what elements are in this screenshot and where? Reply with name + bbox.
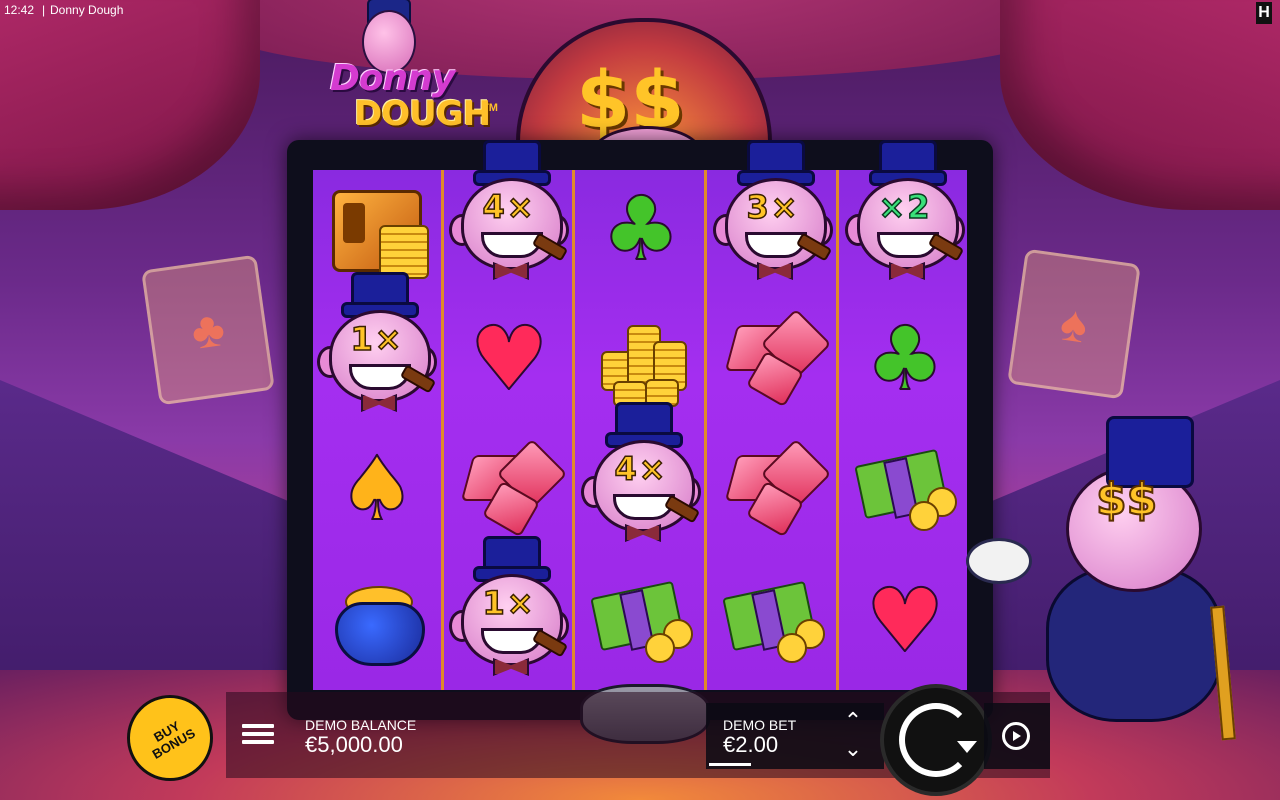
symbol-donny-multiplier: 3× [708,140,838,280]
autoplay-button[interactable] [1002,722,1030,750]
symbol-donny-multiplier: 1× [312,272,442,412]
symbol-heart: ♥ [840,556,970,686]
multiplier-label: 4× [482,187,536,227]
symbol-donny-multiplier: ×2 [840,140,970,280]
game-logo: Donny DOUGH TM [322,0,512,138]
symbol-spade: ♠ [312,424,442,554]
hacksaw-logo-icon: H [1256,2,1272,24]
buy-bonus-button[interactable]: BUY BONUS [127,695,213,781]
status-bar: 12:42 | Donny Dough H [0,0,1280,24]
bet-decrease-button[interactable]: ⌄ [838,738,868,760]
coin-purse-icon [327,578,427,666]
multiplier-label: 1× [350,319,404,359]
coins-icon [379,225,429,279]
hamburger-icon [242,724,274,728]
curtain-left [0,0,260,210]
window-title: Donny Dough [50,3,124,17]
donny-character-icon: 4× [579,402,703,552]
symbol-cash-coins [708,556,838,686]
donny-character-icon: 4× [447,140,571,290]
coin-stack-icon [593,311,689,407]
symbol-gems [708,294,838,424]
pink-gems-icon [723,438,832,538]
curtain-right [1000,0,1280,210]
heart-icon: ♥ [865,569,946,672]
balance-label: DEMO BALANCE [305,717,417,733]
safe-chest-icon [332,190,429,279]
cash-stack-icon [721,580,825,663]
spin-arrow-icon [899,703,977,777]
symbol-donny-multiplier: 4× [576,402,706,542]
symbol-gems [444,424,574,554]
heart-icon: ♥ [469,307,550,410]
logo-trademark: TM [482,102,498,114]
background-spade-card: ♠ [1007,248,1141,400]
symbol-heart: ♥ [444,294,574,424]
donny-character-icon: 3× [711,140,835,290]
cash-stack-icon [589,580,693,663]
symbol-gems [708,424,838,554]
donny-character-icon: 1× [315,272,439,422]
club-icon: ♣ [865,307,946,410]
bet-label: DEMO BET [723,717,797,733]
donny-character-icon: ×2 [843,140,967,290]
multiplier-label: 1× [482,583,536,623]
cash-stack-icon [853,448,957,531]
bet-level-indicator [709,763,751,766]
pink-gems-icon [459,438,568,538]
symbol-cash-coins [576,556,706,686]
symbol-donny-multiplier: 1× [444,536,574,676]
club-icon: ♣ [601,177,682,280]
glove-icon [966,538,1032,584]
symbol-cash-coins [840,424,970,554]
bet-increase-button[interactable]: ⌃ [838,710,868,732]
spin-button[interactable] [880,684,992,796]
bet-value: €2.00 [723,732,779,757]
symbol-donny-multiplier: 4× [444,140,574,280]
symbol-coin-purse [312,556,442,686]
clock: 12:42 [4,3,35,17]
logo-word-dough: DOUGH [354,94,491,134]
menu-button[interactable] [240,720,276,750]
symbol-club: ♣ [576,164,706,294]
donny-character-icon: 1× [447,536,571,686]
symbol-club: ♣ [840,294,970,424]
multiplier-label: ×2 [878,187,932,227]
balance-value: €5,000.00 [305,732,403,757]
status-separator: | [42,3,46,17]
pink-gems-icon [723,308,832,408]
multiplier-label: 3× [746,187,800,227]
multiplier-label: 4× [614,449,668,489]
background-club-card: ♣ [141,254,275,406]
buy-bonus-label: BUY BONUS [149,718,198,762]
spade-icon: ♠ [337,437,418,540]
logo-word-donny: Donny [330,58,455,99]
dollar-eyes: $$ [1095,473,1158,526]
